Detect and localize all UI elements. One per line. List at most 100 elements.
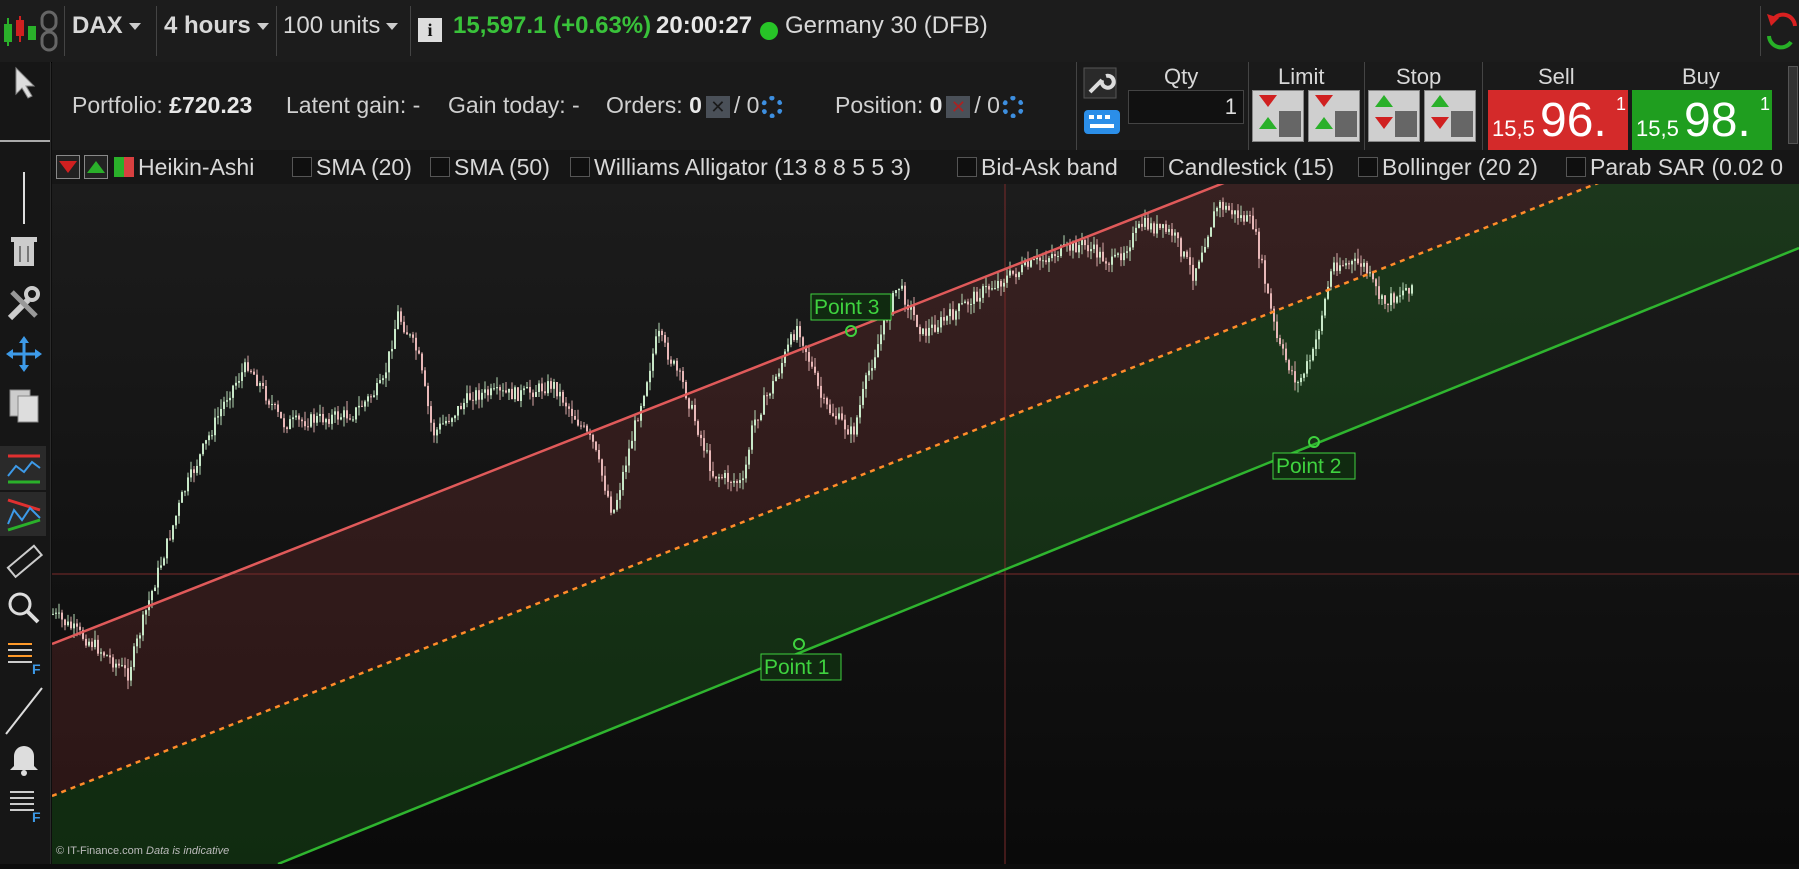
chart-canvas[interactable]: Point 1 Point 2 Point 3 © IT-Finance.com… bbox=[51, 162, 1799, 866]
candle-body bbox=[682, 371, 684, 382]
keyboard-icon[interactable] bbox=[1082, 104, 1122, 138]
cancel-orders-icon[interactable]: ✕ bbox=[705, 95, 730, 118]
pointer-icon[interactable] bbox=[4, 62, 44, 102]
trash-icon[interactable] bbox=[4, 230, 44, 270]
zoom-icon[interactable] bbox=[4, 588, 44, 628]
vertical-line-icon[interactable] bbox=[4, 168, 44, 228]
indicator-heikin-ashi[interactable]: Heikin-Ashi bbox=[138, 154, 254, 181]
sell-button[interactable]: 15,5 96. 1 bbox=[1488, 90, 1628, 150]
alert-bell-icon[interactable] bbox=[4, 738, 44, 778]
buy-button[interactable]: 15,5 98. 1 bbox=[1632, 90, 1772, 150]
move-icon[interactable] bbox=[4, 334, 44, 374]
checkbox[interactable] bbox=[292, 157, 312, 178]
candle-body bbox=[1081, 240, 1083, 246]
candle-body bbox=[559, 391, 561, 397]
candle-body bbox=[679, 370, 681, 372]
candle-body bbox=[718, 477, 720, 479]
gear-icon[interactable] bbox=[761, 95, 784, 118]
candle-body bbox=[235, 382, 237, 386]
timeframe-selector[interactable]: 4 hours bbox=[164, 12, 269, 40]
checkbox[interactable] bbox=[1144, 157, 1164, 178]
checkbox[interactable] bbox=[1566, 157, 1586, 178]
candle-body bbox=[478, 390, 480, 400]
indicator-parab-sar[interactable]: Parab SAR (0.02 0 bbox=[1566, 154, 1799, 181]
candle-body bbox=[964, 301, 966, 304]
candle-body bbox=[259, 383, 261, 386]
instrument-label: DAX bbox=[72, 12, 123, 39]
price-chart[interactable]: Point 1 Point 2 Point 3 © IT-Finance.com… bbox=[51, 162, 1799, 866]
candle-body bbox=[1018, 272, 1020, 278]
candle-body bbox=[961, 303, 963, 305]
candle-body bbox=[769, 393, 771, 396]
candle-body bbox=[739, 480, 741, 483]
latent-gain: Latent gain: - bbox=[286, 92, 420, 119]
candle-body bbox=[850, 426, 852, 435]
candle-body bbox=[505, 390, 507, 393]
copy-icon[interactable] bbox=[4, 386, 44, 426]
checkbox[interactable] bbox=[570, 157, 590, 178]
checkbox[interactable] bbox=[957, 157, 977, 178]
sell-limit-button[interactable] bbox=[1308, 90, 1360, 142]
indicator-label: SMA (50) bbox=[454, 154, 550, 180]
info-icon[interactable]: i bbox=[418, 18, 442, 42]
candle-body bbox=[1165, 224, 1167, 232]
buy-stop-button[interactable] bbox=[1368, 90, 1420, 142]
candle-body bbox=[310, 414, 312, 427]
candle-body bbox=[502, 390, 504, 392]
candle-body bbox=[1405, 287, 1407, 291]
formula-icon[interactable]: F bbox=[4, 636, 44, 676]
candle-body bbox=[112, 657, 114, 668]
refresh-icon[interactable] bbox=[1765, 12, 1799, 50]
candle-body bbox=[553, 381, 555, 389]
candle-body bbox=[550, 381, 552, 389]
candle-body bbox=[823, 397, 825, 399]
indicator-bid-ask-band[interactable]: Bid-Ask band bbox=[957, 154, 1118, 181]
candle-body bbox=[1195, 268, 1197, 281]
buy-order-arrow-icon[interactable] bbox=[84, 155, 108, 179]
candle-body bbox=[667, 342, 669, 360]
candle-body bbox=[610, 496, 612, 513]
ruler-icon[interactable] bbox=[4, 542, 44, 582]
candle-body bbox=[895, 290, 897, 293]
candle-body bbox=[583, 425, 585, 427]
close-position-icon[interactable]: ✕ bbox=[946, 95, 971, 118]
qty-input[interactable] bbox=[1128, 90, 1244, 124]
units-selector[interactable]: 100 units bbox=[283, 12, 399, 40]
indicator-candlestick[interactable]: Candlestick (15) bbox=[1144, 154, 1334, 181]
candle-body bbox=[115, 663, 117, 668]
gear-icon[interactable] bbox=[1001, 95, 1024, 118]
candle-body bbox=[460, 405, 462, 410]
candle-body bbox=[853, 426, 855, 435]
candle-body bbox=[394, 328, 396, 349]
candle-body bbox=[379, 380, 381, 384]
buy-limit-button[interactable] bbox=[1252, 90, 1304, 142]
indicator-sma-20[interactable]: SMA (20) bbox=[292, 154, 412, 181]
indicator-williams-alligator[interactable]: Williams Alligator (13 8 8 5 5 3) bbox=[570, 154, 911, 181]
candle-body bbox=[1021, 265, 1023, 273]
candle-body bbox=[1255, 229, 1257, 232]
candle-body bbox=[484, 389, 486, 393]
instrument-selector[interactable]: DAX bbox=[72, 12, 141, 40]
checkbox[interactable] bbox=[1358, 157, 1378, 178]
sell-stop-button[interactable] bbox=[1424, 90, 1476, 142]
candlestick-logo-icon[interactable] bbox=[2, 14, 38, 48]
checkbox[interactable] bbox=[430, 157, 450, 178]
candle-body bbox=[70, 621, 72, 629]
sell-order-arrow-icon[interactable] bbox=[56, 155, 80, 179]
wrench-icon[interactable] bbox=[1082, 66, 1118, 100]
candle-body bbox=[949, 309, 951, 317]
tools-icon[interactable] bbox=[4, 284, 44, 324]
link-icon[interactable] bbox=[38, 10, 60, 52]
indicator-sma-50[interactable]: SMA (50) bbox=[430, 154, 550, 181]
line-icon[interactable] bbox=[4, 684, 44, 736]
candle-body bbox=[994, 288, 996, 290]
chevron-down-icon bbox=[386, 23, 399, 31]
candle-body bbox=[1354, 258, 1356, 261]
candle-body bbox=[1213, 211, 1215, 228]
candle-body bbox=[826, 398, 828, 405]
indicator-bollinger[interactable]: Bollinger (20 2) bbox=[1358, 154, 1538, 181]
candle-body bbox=[403, 321, 405, 333]
list-icon[interactable]: F bbox=[4, 784, 44, 824]
candle-body bbox=[1237, 210, 1239, 219]
point3-text: Point 3 bbox=[814, 296, 879, 319]
